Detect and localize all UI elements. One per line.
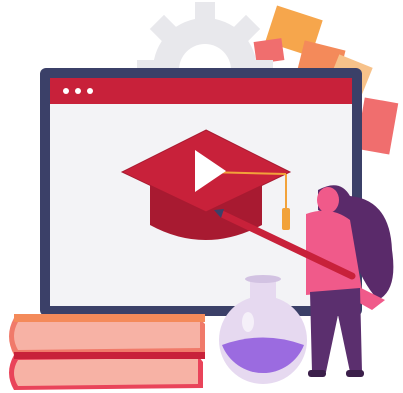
tile (355, 97, 399, 155)
e-learning-illustration (0, 0, 403, 393)
head (317, 187, 339, 213)
window-dots-icon (63, 88, 93, 94)
tile (253, 38, 285, 64)
illustration-canvas (9, 2, 399, 390)
window-title-bar (50, 78, 352, 104)
tassel (282, 208, 290, 230)
pants (310, 288, 362, 372)
books-icon (9, 314, 205, 390)
